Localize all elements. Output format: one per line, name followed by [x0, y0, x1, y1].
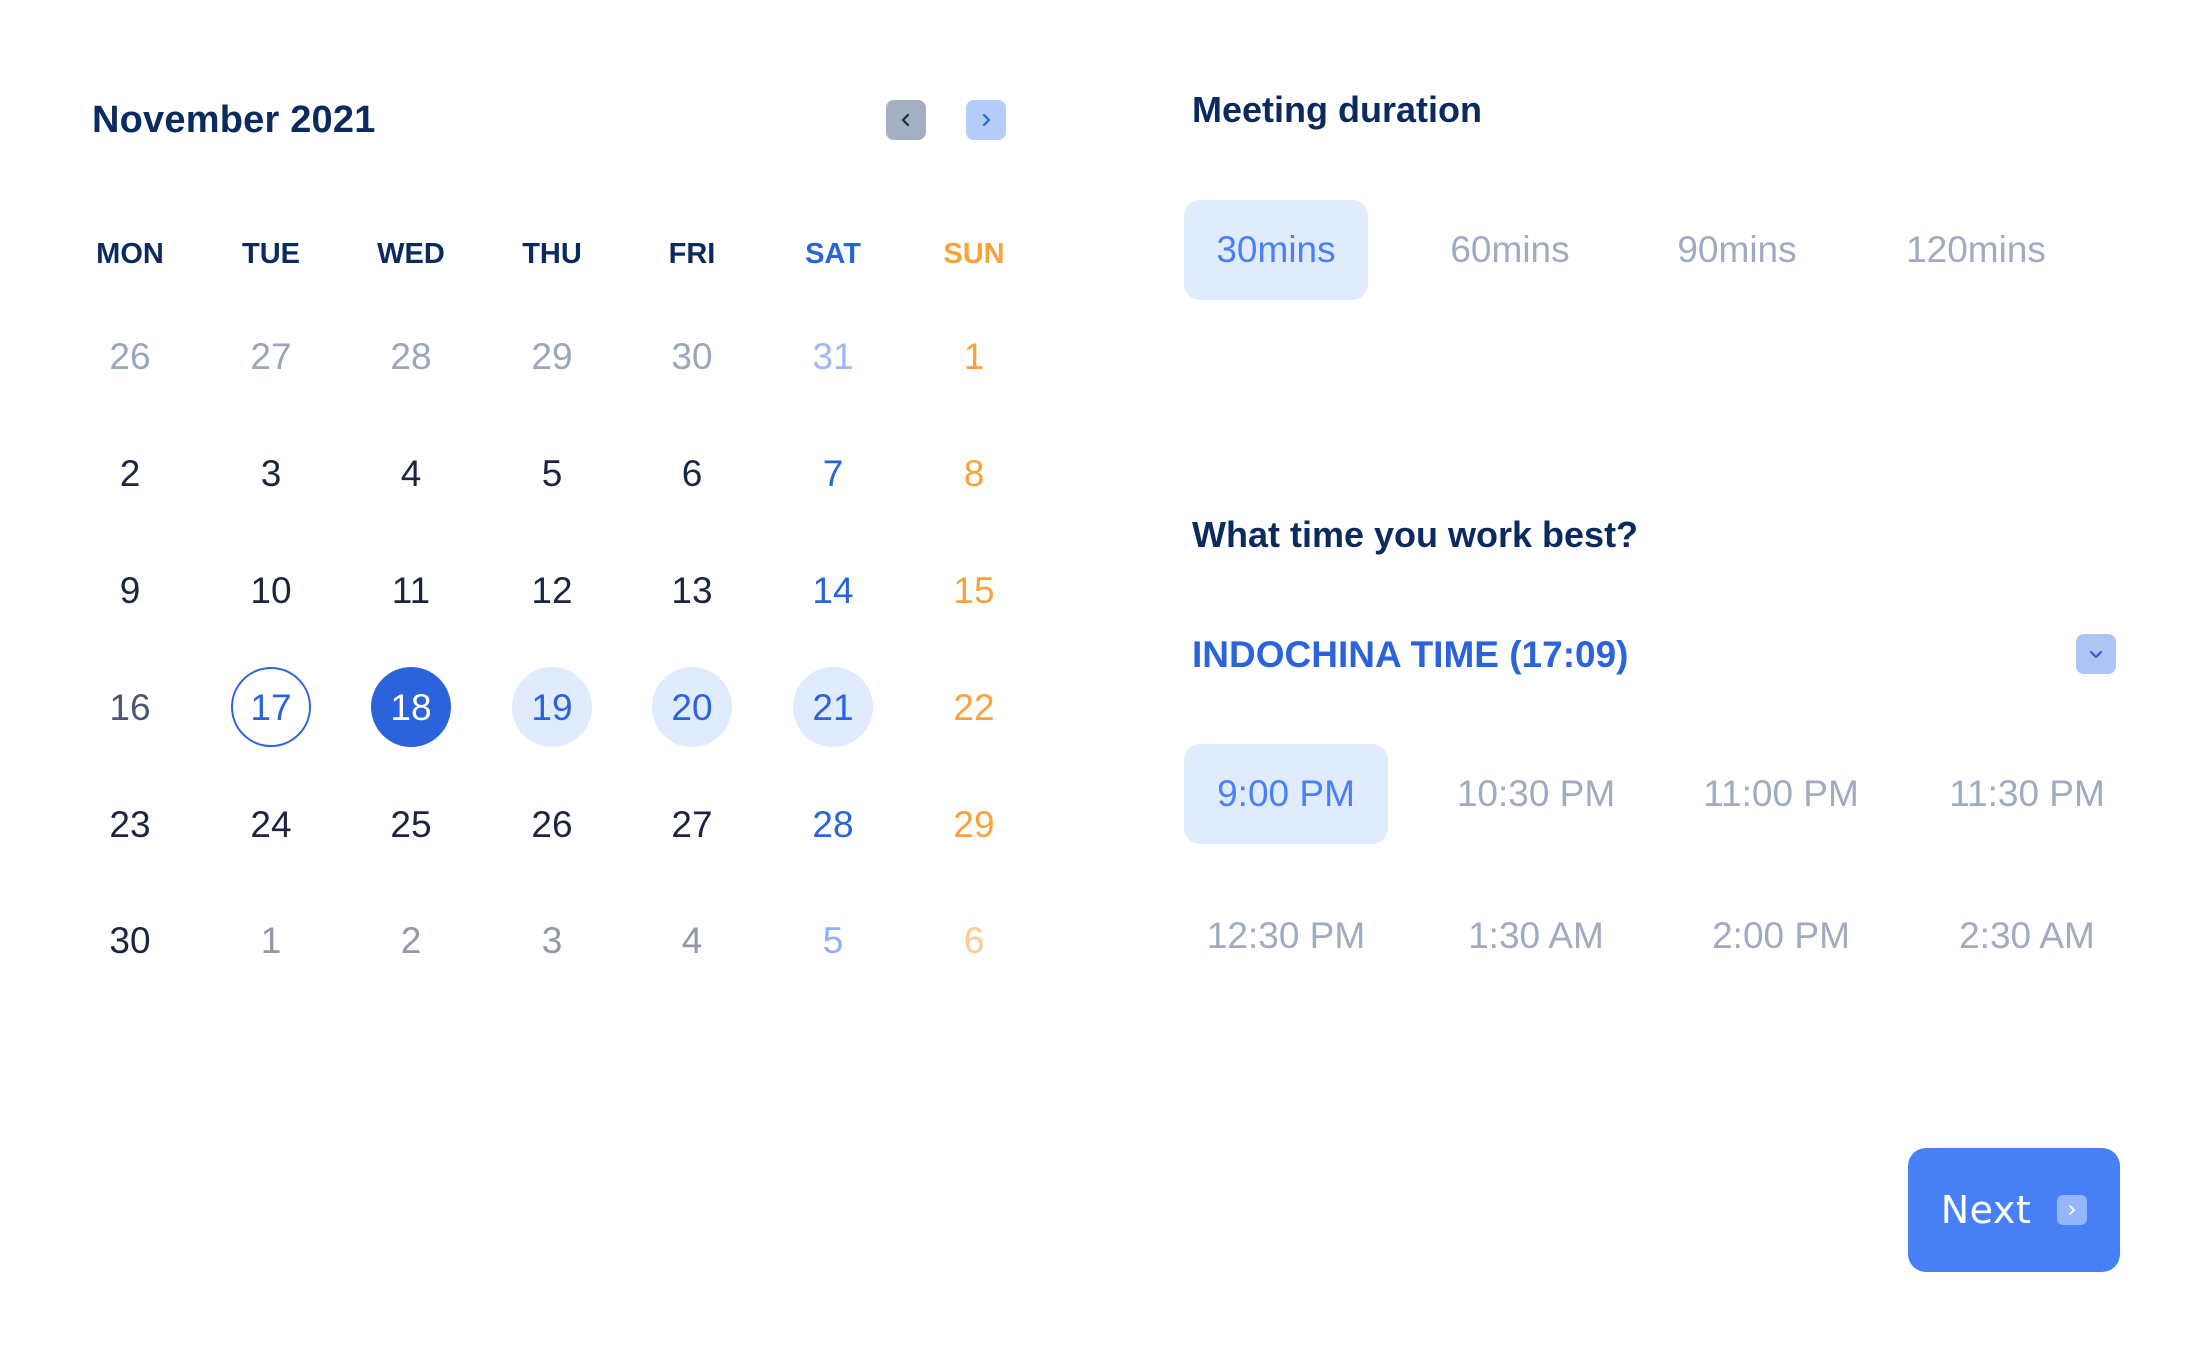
- time-slot-option[interactable]: 11:30 PM: [1925, 744, 2129, 844]
- timezone-selector[interactable]: INDOCHINA TIME (17:09): [1192, 632, 1629, 678]
- calendar-day-today[interactable]: 17: [231, 667, 311, 747]
- duration-option-label: 60mins: [1450, 229, 1570, 270]
- chevron-right-icon: [2057, 1195, 2088, 1225]
- weekday-label-wed: WED: [377, 238, 445, 270]
- next-button-label: Next: [1940, 1188, 2032, 1232]
- calendar-day[interactable]: 25: [371, 784, 451, 864]
- calendar-day[interactable]: 29: [512, 316, 592, 396]
- calendar-day[interactable]: 6: [934, 900, 1014, 980]
- calendar-day[interactable]: 30: [90, 900, 170, 980]
- time-slot-option[interactable]: 12:30 PM: [1184, 886, 1388, 986]
- calendar-day[interactable]: 7: [793, 433, 873, 513]
- next-month-button[interactable]: [966, 100, 1006, 140]
- calendar-day[interactable]: 1: [934, 316, 1014, 396]
- month-title: November 2021: [92, 99, 376, 141]
- calendar-day[interactable]: 28: [371, 316, 451, 396]
- time-slot-label: 11:00 PM: [1703, 773, 1859, 814]
- time-slot-option[interactable]: 2:30 AM: [1925, 886, 2129, 986]
- calendar-day[interactable]: 2: [90, 433, 170, 513]
- calendar-day[interactable]: 27: [652, 784, 732, 864]
- calendar-day[interactable]: 5: [512, 433, 592, 513]
- calendar-day[interactable]: 4: [652, 900, 732, 980]
- calendar-day[interactable]: 23: [90, 784, 170, 864]
- weekday-label-fri: FRI: [668, 238, 716, 270]
- duration-option-30[interactable]: 30mins: [1184, 200, 1368, 300]
- chevron-right-icon: [982, 113, 991, 127]
- calendar-day[interactable]: 1: [231, 900, 311, 980]
- calendar-day[interactable]: 22: [934, 667, 1014, 747]
- duration-option-label: 30mins: [1216, 229, 1336, 270]
- calendar-day[interactable]: 3: [231, 433, 311, 513]
- timezone-dropdown-button[interactable]: [2076, 634, 2116, 674]
- calendar-day[interactable]: 11: [371, 550, 451, 630]
- duration-option-label: 90mins: [1677, 229, 1797, 270]
- duration-option-60[interactable]: 60mins: [1400, 200, 1620, 300]
- time-slot-label: 2:30 AM: [1959, 915, 2095, 956]
- previous-month-button[interactable]: [886, 100, 926, 140]
- time-slot-label: 1:30 AM: [1468, 915, 1604, 956]
- calendar-day[interactable]: 5: [793, 900, 873, 980]
- duration-option-90[interactable]: 90mins: [1627, 200, 1847, 300]
- time-slot-option[interactable]: 1:30 AM: [1434, 886, 1638, 986]
- time-slot-option[interactable]: 9:00 PM: [1184, 744, 1388, 844]
- calendar-day[interactable]: 6: [652, 433, 732, 513]
- time-slot-label: 11:30 PM: [1949, 773, 2105, 814]
- calendar-day[interactable]: 29: [934, 784, 1014, 864]
- calendar-day[interactable]: 9: [90, 550, 170, 630]
- calendar-day-highlighted[interactable]: 20: [652, 667, 732, 747]
- calendar-day[interactable]: 26: [90, 316, 170, 396]
- calendar-day[interactable]: 3: [512, 900, 592, 980]
- calendar-day[interactable]: 14: [793, 550, 873, 630]
- weekday-label-tue: TUE: [242, 238, 300, 270]
- calendar-day[interactable]: 13: [652, 550, 732, 630]
- calendar-day[interactable]: 10: [231, 550, 311, 630]
- calendar-day[interactable]: 2: [371, 900, 451, 980]
- meeting-duration-title: Meeting duration: [1192, 89, 1482, 130]
- weekday-label-mon: MON: [96, 238, 164, 270]
- calendar-day[interactable]: 27: [231, 316, 311, 396]
- next-button[interactable]: Next: [1908, 1148, 2120, 1272]
- weekday-label-sun: SUN: [943, 238, 1005, 270]
- chevron-down-icon: [2089, 650, 2103, 659]
- calendar-day[interactable]: 31: [793, 316, 873, 396]
- time-slot-option[interactable]: 2:00 PM: [1679, 886, 1883, 986]
- calendar-day[interactable]: 15: [934, 550, 1014, 630]
- time-slot-option[interactable]: 10:30 PM: [1434, 744, 1638, 844]
- calendar-day[interactable]: 24: [231, 784, 311, 864]
- time-slot-label: 10:30 PM: [1456, 773, 1616, 814]
- duration-option-label: 120mins: [1906, 229, 2046, 270]
- calendar-day[interactable]: 26: [512, 784, 592, 864]
- calendar-day[interactable]: 16: [90, 667, 170, 747]
- calendar-day-highlighted[interactable]: 21: [793, 667, 873, 747]
- calendar-day[interactable]: 4: [371, 433, 451, 513]
- work-time-title: What time you work best?: [1192, 514, 1639, 555]
- time-slot-option[interactable]: 11:00 PM: [1679, 744, 1883, 844]
- duration-option-120[interactable]: 120mins: [1856, 200, 2096, 300]
- calendar-day-highlighted[interactable]: 19: [512, 667, 592, 747]
- calendar-day[interactable]: 30: [652, 316, 732, 396]
- calendar-day[interactable]: 12: [512, 550, 592, 630]
- weekday-label-thu: THU: [522, 238, 582, 270]
- calendar-day-selected[interactable]: 18: [371, 667, 451, 747]
- calendar-day[interactable]: 8: [934, 433, 1014, 513]
- chevron-left-icon: [901, 113, 910, 127]
- time-slot-label: 9:00 PM: [1217, 773, 1355, 814]
- weekday-label-sat: SAT: [805, 238, 861, 270]
- time-slot-label: 2:00 PM: [1712, 915, 1850, 956]
- time-slot-label: 12:30 PM: [1206, 915, 1366, 956]
- calendar-day[interactable]: 28: [793, 784, 873, 864]
